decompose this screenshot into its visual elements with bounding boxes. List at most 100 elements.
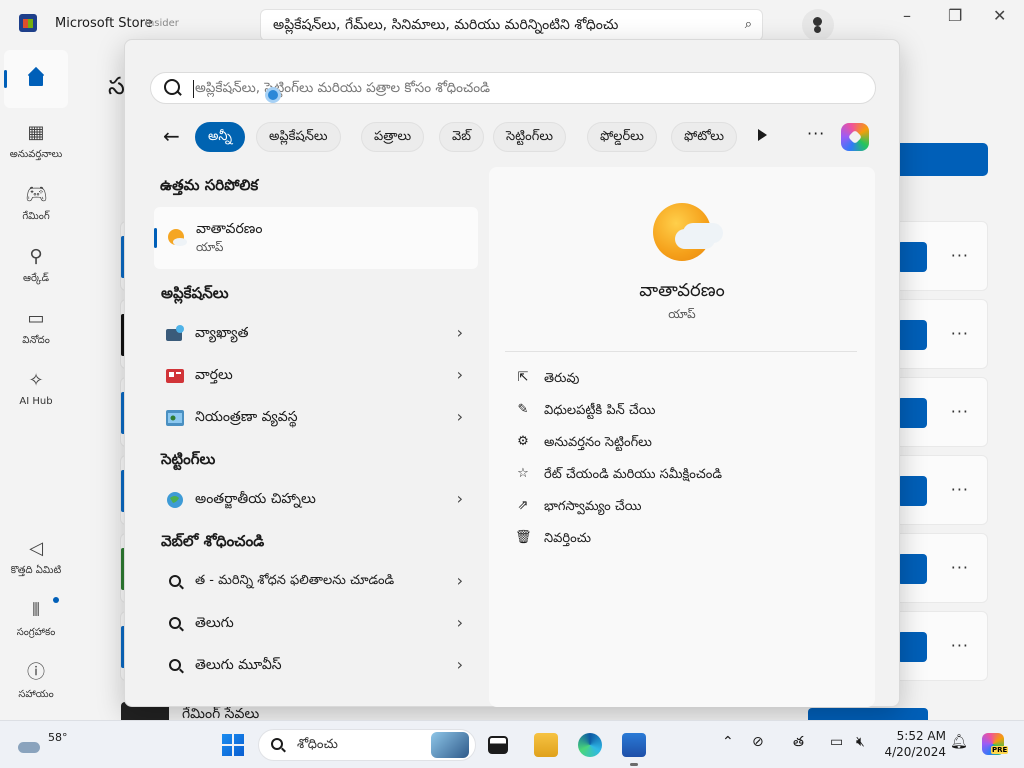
copilot-preview-icon[interactable]: PRE (982, 733, 1009, 755)
edge-icon[interactable] (578, 733, 602, 757)
file-explorer-icon[interactable] (534, 733, 558, 757)
gamepad-icon: 🎮︎ (25, 184, 48, 205)
tab-web[interactable]: వెబ్ (439, 122, 484, 152)
chevron-right-icon[interactable]: › (457, 613, 463, 632)
search-input[interactable] (195, 74, 855, 102)
joystick-icon: ⚲ (29, 246, 43, 267)
sidebar-item-home[interactable] (4, 50, 68, 108)
best-match-heading: ఉత్తమ సరిపోలిక (160, 176, 259, 194)
chevron-right-icon[interactable]: › (457, 571, 463, 590)
sidebar-item-ai-hub[interactable]: ✧ AI Hub (0, 370, 72, 407)
list-item-international-symbols[interactable]: అంతర్జాతీయ చిహ్నాలు › (161, 483, 467, 517)
sidebar-item-help[interactable]: ⓘ సహాయం (0, 662, 72, 702)
notification-bell-icon[interactable]: 🔔︎ (950, 734, 968, 750)
more-options-icon[interactable]: ··· (951, 246, 969, 265)
tab-all[interactable]: అన్నీ (195, 122, 245, 152)
action-pin-taskbar[interactable]: ✎ విధులపట్టీకి పిన్ చేయి (515, 400, 855, 424)
input-language[interactable]: త (793, 734, 804, 753)
sidebar-item-apps[interactable]: ▦ అనువర్తనాలు (0, 122, 72, 162)
tab-documents[interactable]: పత్రాలు (361, 122, 425, 152)
taskbar-weather-widget[interactable]: 58° (18, 730, 78, 760)
tab-settings[interactable]: సెట్టింగ్‌లు (493, 122, 567, 152)
more-options-icon[interactable]: ··· (951, 402, 969, 421)
list-item-web-result[interactable]: తెలుగు › (161, 607, 467, 641)
scroll-right-icon[interactable] (758, 129, 767, 141)
taskbar-search-label: శోధించు (297, 737, 338, 752)
action-uninstall[interactable]: 🗑︎ నివర్తించు (515, 528, 855, 552)
task-view-icon[interactable] (488, 736, 508, 754)
get-button[interactable] (897, 632, 927, 662)
taskbar-search[interactable]: శోధించు (258, 729, 476, 761)
store-search-box[interactable]: అప్లికేషన్‌లు, గేమ్‌లు, సినిమాలు, మరియు … (260, 9, 763, 41)
settings-heading: సెట్టింగ్‌లు (161, 450, 216, 468)
search-icon (169, 617, 181, 629)
home-icon (26, 67, 46, 87)
sidebar-item-label: కొత్తది ఏమిటి (10, 565, 62, 576)
list-item-news[interactable]: వార్తలు › (161, 359, 467, 393)
action-rate-review[interactable]: ☆ రేట్ చేయండి మరియు సమీక్షించండి (515, 464, 855, 488)
get-button[interactable] (897, 242, 927, 272)
chevron-right-icon[interactable]: › (457, 655, 463, 674)
sidebar-item-whats-new[interactable]: ◁ కొత్తది ఏమిటి (0, 538, 72, 578)
back-arrow-icon[interactable]: ← (163, 124, 180, 148)
apps-heading: అప్లికేషన్‌లు (161, 284, 229, 302)
taskbar: 58° శోధించు ⌃ ⊘ త ▭ 🔇︎ 5:52 AM 4/20/2024… (0, 720, 1024, 768)
copilot-badge: PRE (991, 746, 1009, 754)
tab-apps[interactable]: అప్లికేషన్‌లు (256, 122, 341, 152)
list-item-label: నియంత్రణా వ్యవస్థ (195, 409, 298, 425)
store-icon[interactable] (622, 733, 646, 766)
sidebar-item-entertainment[interactable]: ▭ వినోదం (0, 308, 72, 348)
network-off-icon[interactable]: ⊘ (752, 734, 764, 750)
tab-folders[interactable]: ఫోల్డర్‌లు (587, 122, 657, 152)
action-open[interactable]: ⇱ తెరువు (515, 368, 855, 392)
list-item-web-result[interactable]: త - మరిన్ని శోధన ఫలితాలను చూడండి › (161, 565, 467, 599)
sidebar-item-library[interactable]: ⫴ సంగ్రహాకం (0, 600, 72, 640)
tab-photos[interactable]: ఫోటోలు (671, 122, 737, 152)
list-item-web-result[interactable]: తెలుగు మూవీస్ › (161, 649, 467, 683)
get-button[interactable] (897, 554, 927, 584)
preview-app-name: వాతావరణం (639, 280, 725, 301)
action-share[interactable]: ⇗ భాగస్వామ్యం చేయి (515, 496, 855, 520)
action-app-settings[interactable]: ⚙ అనువర్తనం సెట్టింగ్‌లు (515, 432, 855, 456)
open-external-icon: ⇱ (517, 370, 529, 385)
search-icon[interactable]: ⌕ (745, 17, 752, 32)
chevron-right-icon[interactable]: › (457, 489, 463, 508)
get-button[interactable] (897, 320, 927, 350)
more-options-icon[interactable]: ··· (807, 124, 825, 143)
get-button[interactable] (897, 398, 927, 428)
more-options-icon[interactable]: ··· (951, 636, 969, 655)
maximize-button[interactable]: ❐ (948, 6, 962, 25)
chevron-right-icon[interactable]: › (457, 365, 463, 384)
search-box[interactable] (150, 72, 876, 104)
get-button[interactable] (897, 476, 927, 506)
primary-action-button[interactable] (890, 143, 988, 176)
best-match-item[interactable]: వాతావరణం యాప్ (154, 207, 478, 269)
temperature: 58° (48, 731, 68, 744)
list-item-label: త - మరిన్ని శోధన ఫలితాలను చూడండి (195, 573, 395, 588)
list-item-control-panel[interactable]: నియంత్రణా వ్యవస్థ › (161, 401, 467, 435)
copilot-icon[interactable] (841, 123, 869, 151)
start-button[interactable] (222, 734, 244, 756)
more-options-icon[interactable]: ··· (951, 558, 969, 577)
close-button[interactable]: ✕ (993, 6, 1006, 25)
chevron-right-icon[interactable]: › (457, 407, 463, 426)
sidebar-item-label: గేమింగ్ (22, 211, 50, 222)
sidebar-item-label: ఆర్కేడ్ (22, 273, 49, 284)
search-icon (169, 659, 181, 671)
volume-muted-icon[interactable]: 🔇︎ (856, 734, 865, 750)
more-options-icon[interactable]: ··· (951, 480, 969, 499)
search-highlight-icon (431, 732, 469, 758)
list-item-narrator[interactable]: వ్యాఖ్యాత › (161, 317, 467, 351)
more-options-icon[interactable]: ··· (951, 324, 969, 343)
store-search-text: అప్లికేషన్‌లు, గేమ్‌లు, సినిమాలు, మరియు … (273, 17, 619, 33)
account-avatar[interactable] (802, 9, 834, 41)
chevron-right-icon[interactable]: › (457, 323, 463, 342)
minimize-button[interactable]: – (903, 6, 911, 25)
display-icon[interactable]: ▭ (830, 734, 843, 750)
sidebar-item-arcade[interactable]: ⚲ ఆర్కేడ్ (0, 246, 72, 286)
chevron-up-icon[interactable]: ⌃ (722, 734, 734, 750)
clock[interactable]: 5:52 AM 4/20/2024 (880, 728, 946, 760)
sidebar-item-gaming[interactable]: 🎮︎ గేమింగ్ (0, 184, 72, 224)
sidebar-item-label: సహాయం (18, 689, 54, 700)
cloud-icon (18, 742, 40, 753)
